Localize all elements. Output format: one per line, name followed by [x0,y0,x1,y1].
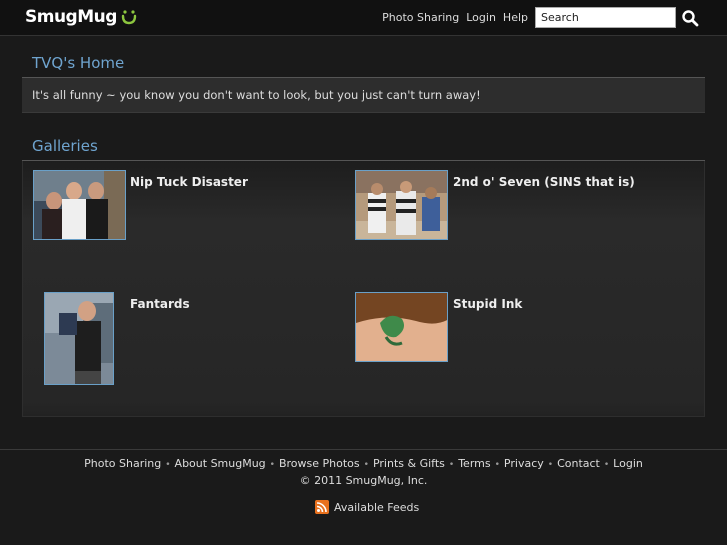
gallery-title[interactable]: Fantards [130,297,190,311]
galleries-grid: Nip Tuck Disaster 2nd o' Seven (SINS tha… [22,161,705,417]
home-title: TVQ's Home [22,50,705,78]
gallery-title[interactable]: Stupid Ink [453,297,522,311]
footer-separator: • [269,460,275,470]
gallery-title[interactable]: Nip Tuck Disaster [130,175,248,189]
gallery-thumbnail-image [34,171,125,239]
gallery-thumbnail[interactable] [355,292,448,362]
gallery-thumbnail[interactable] [33,170,126,240]
footer-separator: • [494,460,500,470]
footer-separator: • [165,460,171,470]
footer-link-photo-sharing[interactable]: Photo Sharing [84,457,161,470]
smugmug-logo[interactable]: SmugMug [25,6,137,28]
smile-icon [121,10,137,25]
nav-photo-sharing-link[interactable]: Photo Sharing [382,11,459,24]
top-nav: Photo Sharing Login Help [382,11,528,24]
available-feeds-label: Available Feeds [334,500,420,514]
nav-login-link[interactable]: Login [466,11,496,24]
footer-separator: • [603,460,610,470]
footer-divider [0,449,727,450]
gallery-item: Fantards [23,283,343,413]
footer-link-prints-gifts[interactable]: Prints & Gifts [373,457,445,470]
top-bar: SmugMug Photo Sharing Login Help [0,0,727,36]
nav-help-link[interactable]: Help [503,11,528,24]
gallery-thumbnail-image [356,171,447,239]
gallery-item: 2nd o' Seven (SINS that is) [345,161,685,281]
gallery-title[interactable]: 2nd o' Seven (SINS that is) [453,175,635,189]
gallery-thumbnail[interactable] [44,292,114,385]
footer-link-privacy[interactable]: Privacy [504,457,544,470]
gallery-thumbnail[interactable] [355,170,448,240]
footer-separator: • [448,460,455,470]
rss-icon [315,500,329,514]
gallery-thumbnail-image [45,293,113,384]
footer-link-browse-photos[interactable]: Browse Photos [279,457,360,470]
galleries-section: Galleries Nip Tuck Disaster 2nd o' Seven… [22,133,705,417]
copyright-text: © 2011 SmugMug, Inc. [299,474,428,487]
footer-links: Photo Sharing • About SmugMug • Browse Photo… [0,457,727,470]
available-feeds-link[interactable]: Available Feeds [315,500,419,514]
search-input[interactable] [535,7,676,28]
galleries-title: Galleries [22,133,705,161]
footer-link-contact[interactable]: Contact [557,457,600,470]
search-icon[interactable] [681,9,699,27]
footer-link-login[interactable]: Login [613,457,643,470]
footer-separator: • [547,460,554,470]
footer-link-terms[interactable]: Terms [458,457,490,470]
footer-separator: • [363,460,369,470]
gallery-thumbnail-image [356,293,447,361]
gallery-item: Stupid Ink [345,283,685,413]
footer-link-about[interactable]: About SmugMug [175,457,266,470]
home-section: TVQ's Home It's all funny ~ you know you… [22,50,705,113]
logo-text: SmugMug [25,7,117,27]
gallery-item: Nip Tuck Disaster [23,161,343,281]
home-description: It's all funny ~ you know you don't want… [22,78,705,113]
